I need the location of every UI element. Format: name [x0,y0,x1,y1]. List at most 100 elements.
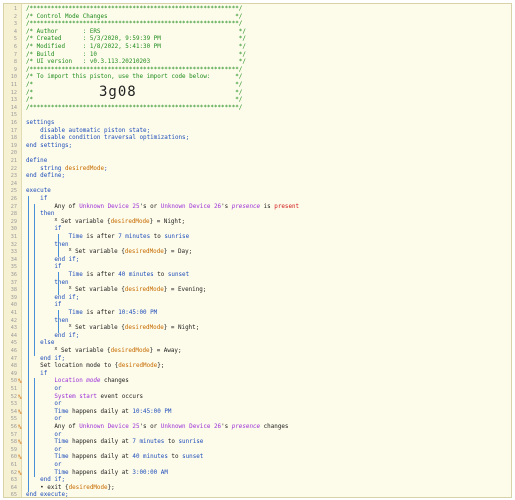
code-token: mode [86,378,101,385]
code-token: changes [260,424,289,430]
code-token: Time [26,408,69,415]
code-text: end settings; [26,143,72,151]
code-line: 4 /* Author : ERS */ [4,29,504,37]
code-line: 12/* */ [4,90,504,98]
line-number: 42 [10,317,17,324]
line-number: 4 [13,28,17,35]
code-line: 55 or [4,416,504,424]
code-token: happens daily at [68,439,133,446]
line-number: 65 [10,492,17,499]
code-token: Time [26,454,69,461]
code-token: end define; [26,173,66,180]
line-number: 21 [10,158,17,164]
code-token: changes [100,378,129,385]
code-token: desiredMode [124,249,164,256]
line-number: 29 [10,218,17,225]
line-number: 26 [10,196,17,202]
code-token: desiredMode [118,363,158,370]
trigger-icon[interactable]: % [18,378,23,386]
code-text: /* UI version : v0.3.113.20210203 */ [26,59,246,67]
line-number: 57 [10,431,17,438]
code-text: /***************************************… [26,67,242,75]
line-number: 49 [10,370,17,377]
code-line: 60% Time happens daily at 40 minutes to … [4,454,504,462]
line-number: 58 [10,439,17,446]
code-line: 25 execute [4,188,504,196]
trigger-icon[interactable]: % [18,394,23,402]
block-guide [34,378,35,478]
code-token: Set variable { [75,325,125,332]
code-line: 8 /* UI version : v0.3.113.20210203 */ [4,59,504,67]
line-number: 43 [10,325,17,332]
code-token: }; [157,363,165,370]
code-text: or [26,416,61,424]
line-number: 19 [10,142,17,149]
code-line: 18 disable condition traversal optimizat… [4,135,504,143]
code-line: 29 x Set variable {desiredMode} = Night; [4,217,504,227]
code-text: then [26,211,54,219]
line-number: 10 [10,74,17,81]
code-line: 27 Any of Unknown Device 25's or Unknown… [4,204,504,212]
code-text: or [26,462,61,470]
code-token: happens daily at [68,469,133,476]
line-number: 53 [10,401,17,408]
line-number: 3 [13,21,17,28]
block-guide [58,272,59,295]
code-token: }; [107,484,115,491]
code-token: or [26,431,62,438]
code-text: or [26,401,61,409]
line-number: 31 [10,234,17,240]
trigger-icon[interactable]: % [18,424,23,432]
line-number: 48 [10,363,17,370]
code-line: 5 /* Created : 5/3/2020, 9:59:39 PM */ [4,36,504,44]
line-number: 16 [10,120,17,126]
code-token: /***************************************… [26,104,243,111]
code-token: Set variable { [75,249,125,256]
code-text: x Set variable {desiredMode} = Evening; [26,285,207,295]
code-token: /***************************************… [26,66,243,73]
code-line: 14 /*************************************… [4,105,504,113]
line-number: 8 [13,59,17,66]
line-number: 33 [10,249,17,256]
code-text: x Set variable {desiredMode} = Night; [26,323,200,333]
line-number: 13 [10,97,17,104]
code-token: event occurs [96,393,144,400]
line-number: 25 [10,188,17,195]
code-line: 15 [4,112,504,120]
code-token: if [26,196,48,202]
code-text: end if; [26,477,65,485]
line-number: 59 [10,446,17,453]
code-token: 40 minutes [132,454,168,461]
code-token: execute [26,188,51,195]
code-token: define [26,158,48,164]
code-token: Unknown Device 25 [79,424,140,430]
code-token: Time [26,439,69,446]
trigger-icon[interactable]: % [18,439,23,447]
code-token: • exit { [26,484,69,491]
code-token: then [26,211,55,218]
trigger-icon[interactable]: % [18,409,23,417]
code-line: 16 settings [4,120,504,128]
code-text: /***************************************… [26,6,242,14]
code-line: 52% System start event occurs [4,394,504,402]
code-text: Time is after 7 minutes to sunrise [26,234,190,242]
code-token: Set variable { [60,218,111,225]
code-text: x Set variable {desiredMode} = Night; [26,217,185,227]
line-number: 37 [10,279,17,286]
line-number: 41 [10,310,17,316]
block-guide [28,196,29,493]
code-token: if [26,302,62,309]
trigger-icon[interactable]: % [18,454,23,462]
code-line: 6 /* Modified : 1/8/2022, 5:41:30 PM */ [4,44,504,52]
line-number: 45 [10,340,17,347]
line-number: 63 [10,477,17,484]
line-number: 34 [10,256,17,263]
code-line: 9 /**************************************… [4,67,504,75]
code-token: sunrise [178,439,204,446]
code-line: 45 else [4,340,504,348]
code-token: /* UI version : v0.3.113.20210203 */ [26,59,246,66]
trigger-icon[interactable]: % [18,470,23,478]
code-token: 40 minutes [118,272,154,278]
code-line: 44 end if; [4,333,504,341]
code-text: Time is after 10:45:00 PM [26,310,158,318]
